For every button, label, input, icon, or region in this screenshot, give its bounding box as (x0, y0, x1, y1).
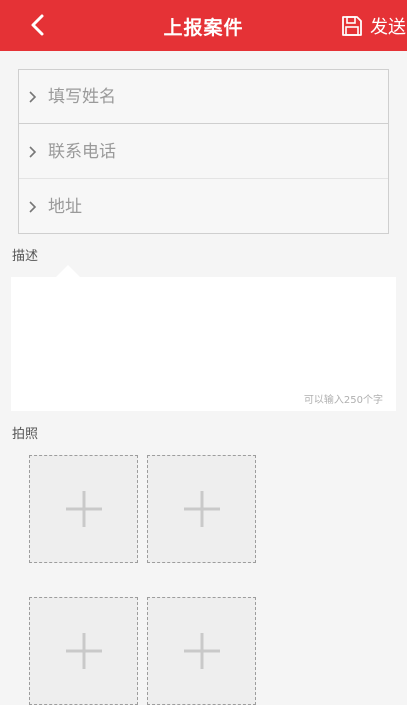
add-photo-button[interactable] (29, 455, 138, 563)
chevron-right-icon (27, 90, 41, 104)
address-row[interactable] (19, 180, 388, 234)
plus-icon (183, 633, 220, 669)
photo-label: 拍照 (12, 427, 39, 442)
address-input[interactable] (48, 197, 368, 217)
contact-form (18, 69, 389, 234)
description-notch (56, 265, 80, 277)
add-photo-button[interactable] (147, 455, 256, 563)
add-photo-button[interactable] (147, 597, 256, 705)
chevron-right-icon (27, 145, 41, 159)
add-photo-button[interactable] (29, 597, 138, 705)
phone-row[interactable] (19, 125, 388, 179)
chevron-right-icon (27, 200, 41, 214)
plus-icon (65, 491, 102, 527)
send-label: 发送 (370, 17, 406, 38)
description-box: 可以输入250个字 (11, 277, 396, 411)
name-input[interactable] (48, 86, 368, 107)
app-header: 上报案件 发送 (0, 0, 407, 51)
char-counter: 可以输入250个字 (303, 395, 383, 406)
plus-icon (65, 633, 102, 669)
phone-input[interactable] (48, 141, 368, 162)
floppy-disk-icon (342, 16, 362, 36)
name-row[interactable] (19, 70, 388, 124)
plus-icon (183, 491, 220, 527)
description-label: 描述 (12, 249, 39, 264)
send-button[interactable]: 发送 (341, 12, 406, 40)
